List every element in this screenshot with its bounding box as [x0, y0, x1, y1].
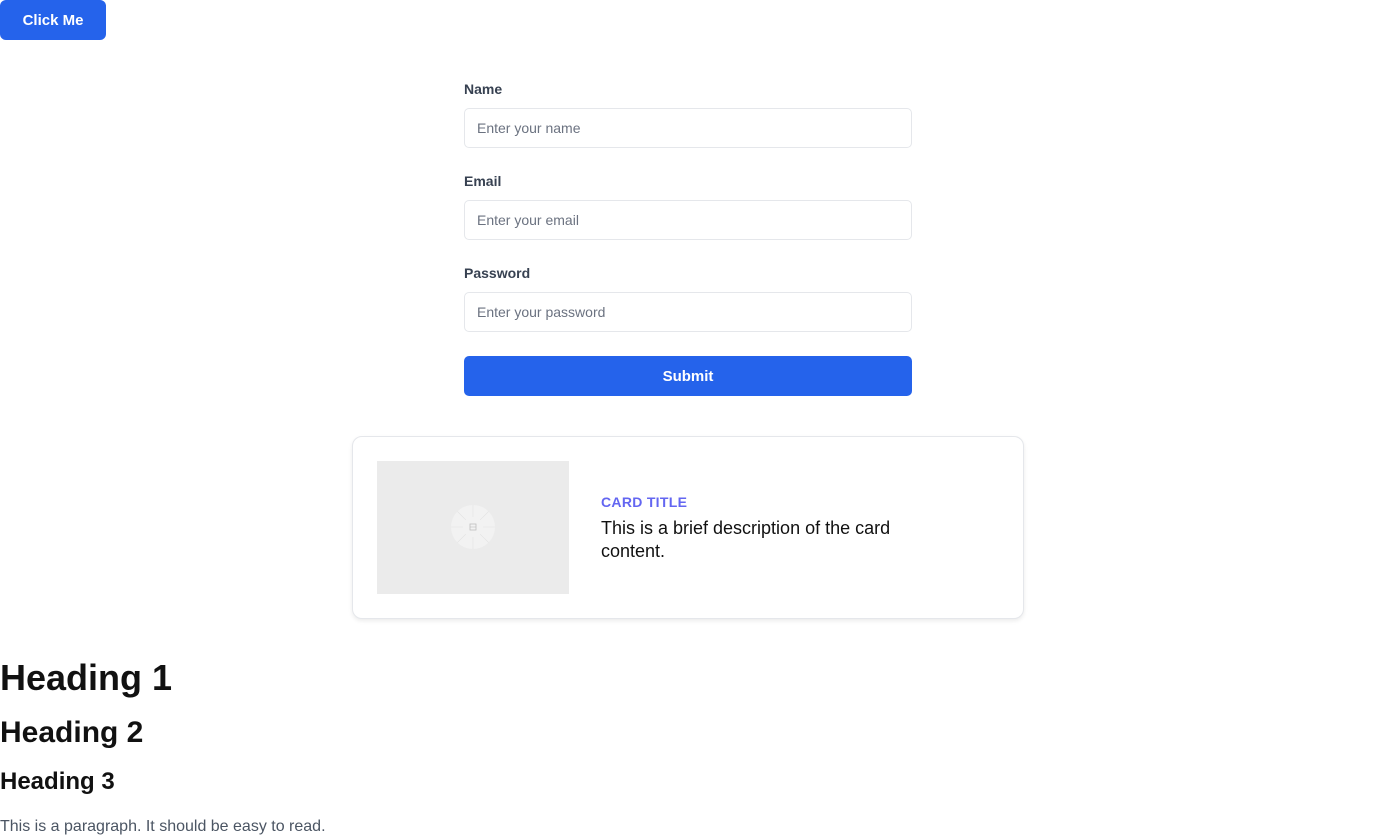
- heading-2: Heading 2: [0, 716, 144, 749]
- card: CARD TITLE This is a brief description o…: [352, 436, 1024, 619]
- password-field-group: Password: [464, 264, 912, 332]
- card-title: CARD TITLE: [601, 494, 688, 510]
- paragraph: This is a paragraph. It should be easy t…: [0, 818, 326, 835]
- card-description: This is a brief description of the card …: [601, 518, 891, 561]
- email-input[interactable]: [464, 200, 912, 240]
- card-body: CARD TITLE This is a brief description o…: [601, 493, 941, 563]
- email-label: Email: [464, 173, 502, 189]
- name-field-group: Name: [464, 80, 912, 148]
- signup-form: Name Email Password Submit: [464, 80, 912, 396]
- heading-1: Heading 1: [0, 657, 173, 698]
- password-label: Password: [464, 265, 531, 281]
- name-input[interactable]: [464, 108, 912, 148]
- password-input[interactable]: [464, 292, 912, 332]
- card-image: [377, 461, 569, 594]
- click-me-button[interactable]: Click Me: [0, 0, 106, 40]
- image-placeholder-icon: [451, 505, 495, 549]
- name-label: Name: [464, 81, 503, 97]
- page: Click Me Name Email Password Submit: [0, 0, 1376, 839]
- submit-button[interactable]: Submit: [464, 356, 912, 396]
- heading-3: Heading 3: [0, 768, 115, 795]
- email-field-group: Email: [464, 172, 912, 240]
